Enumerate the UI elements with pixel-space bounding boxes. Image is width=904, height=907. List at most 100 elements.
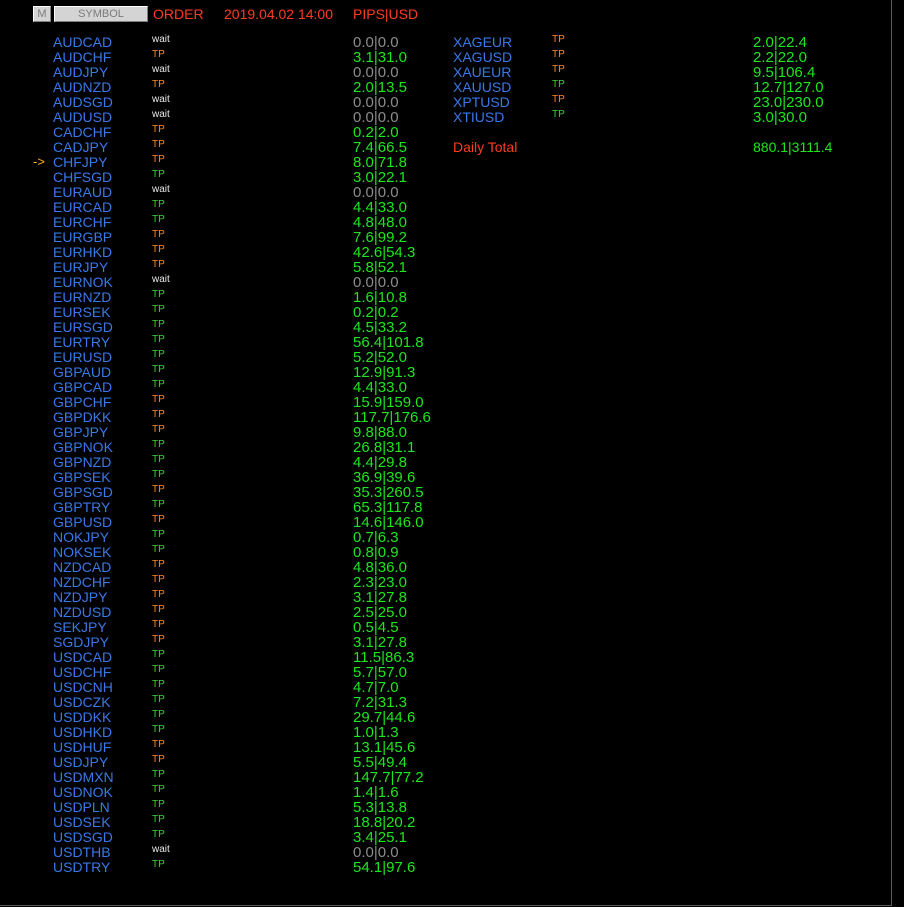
symbol-name[interactable]: GBPDKK	[53, 409, 111, 425]
symbol-name[interactable]: GBPNOK	[53, 439, 113, 455]
symbol-name[interactable]: USDCZK	[53, 694, 111, 710]
symbol-name[interactable]: XAUEUR	[453, 64, 511, 80]
symbol-row[interactable]: GBPSEK TP 36.9|39.6	[0, 469, 450, 486]
symbol-row[interactable]: EURUSD TP 5.2|52.0	[0, 349, 450, 366]
symbol-row[interactable]: NZDCHF TP 2.3|23.0	[0, 574, 450, 591]
symbol-name[interactable]: XAGUSD	[453, 49, 512, 65]
symbol-row[interactable]: GBPDKK TP 117.7|176.6	[0, 409, 450, 426]
symbol-row[interactable]: GBPJPY TP 9.8|88.0	[0, 424, 450, 441]
symbol-row[interactable]: XPTUSD TP 23.0|230.0	[0, 94, 891, 111]
symbol-row[interactable]: EURAUD wait 0.0|0.0	[0, 184, 450, 201]
symbol-name[interactable]: EURHKD	[53, 244, 112, 260]
symbol-name[interactable]: EURCAD	[53, 199, 112, 215]
symbol-name[interactable]: USDSGD	[53, 829, 113, 845]
symbol-row[interactable]: XAGUSD TP 2.2|22.0	[0, 49, 891, 66]
symbol-row[interactable]: NZDCAD TP 4.8|36.0	[0, 559, 450, 576]
symbol-row[interactable]: GBPTRY TP 65.3|117.8	[0, 499, 450, 516]
symbol-name[interactable]: CHFSGD	[53, 169, 112, 185]
symbol-row[interactable]: EURNOK wait 0.0|0.0	[0, 274, 450, 291]
symbol-name[interactable]: EURSEK	[53, 304, 111, 320]
symbol-name[interactable]: GBPCAD	[53, 379, 112, 395]
symbol-name[interactable]: USDTRY	[53, 859, 110, 875]
symbol-name[interactable]: NZDCAD	[53, 559, 111, 575]
symbol-name[interactable]: SGDJPY	[53, 634, 109, 650]
symbol-row[interactable]: USDTHB wait 0.0|0.0	[0, 844, 450, 861]
symbol-row[interactable]: GBPNZD TP 4.4|29.8	[0, 454, 450, 471]
symbol-button[interactable]: SYMBOL	[54, 6, 148, 22]
symbol-row[interactable]: XAUEUR TP 9.5|106.4	[0, 64, 891, 81]
symbol-row[interactable]: GBPCHF TP 15.9|159.0	[0, 394, 450, 411]
symbol-row[interactable]: EURSGD TP 4.5|33.2	[0, 319, 450, 336]
symbol-row[interactable]: GBPSGD TP 35.3|260.5	[0, 484, 450, 501]
symbol-row[interactable]: USDCAD TP 11.5|86.3	[0, 649, 450, 666]
symbol-row[interactable]: GBPAUD TP 12.9|91.3	[0, 364, 450, 381]
symbol-row[interactable]: CHFSGD TP 3.0|22.1	[0, 169, 450, 186]
symbol-name[interactable]: USDSEK	[53, 814, 111, 830]
symbol-row[interactable]: NOKJPY TP 0.7|6.3	[0, 529, 450, 546]
symbol-name[interactable]: USDDKK	[53, 709, 111, 725]
symbol-name[interactable]: GBPNZD	[53, 454, 111, 470]
symbol-row[interactable]: EURCHF TP 4.8|48.0	[0, 214, 450, 231]
symbol-row[interactable]: EURTRY TP 56.4|101.8	[0, 334, 450, 351]
symbol-row[interactable]: NZDJPY TP 3.1|27.8	[0, 589, 450, 606]
symbol-row[interactable]: USDHUF TP 13.1|45.6	[0, 739, 450, 756]
symbol-name[interactable]: GBPSEK	[53, 469, 111, 485]
symbol-row[interactable]: USDDKK TP 29.7|44.6	[0, 709, 450, 726]
symbol-name[interactable]: NZDUSD	[53, 604, 111, 620]
symbol-name[interactable]: EURTRY	[53, 334, 110, 350]
symbol-row[interactable]: USDSEK TP 18.8|20.2	[0, 814, 450, 831]
symbol-row[interactable]: USDNOK TP 1.4|1.6	[0, 784, 450, 801]
symbol-row[interactable]: NOKSEK TP 0.8|0.9	[0, 544, 450, 561]
symbol-name[interactable]: USDCHF	[53, 664, 111, 680]
symbol-name[interactable]: GBPJPY	[53, 424, 108, 440]
symbol-name[interactable]: CADCHF	[53, 124, 111, 140]
symbol-row[interactable]: CADCHF TP 0.2|2.0	[0, 124, 450, 141]
symbol-row[interactable]: GBPCAD TP 4.4|33.0	[0, 379, 450, 396]
symbol-row[interactable]: GBPNOK TP 26.8|31.1	[0, 439, 450, 456]
symbol-name[interactable]: XAGEUR	[453, 34, 512, 50]
symbol-name[interactable]: XTIUSD	[453, 109, 504, 125]
symbol-row[interactable]: USDTRY TP 54.1|97.6	[0, 859, 450, 876]
symbol-row[interactable]: SGDJPY TP 3.1|27.8	[0, 634, 450, 651]
symbol-name[interactable]: EURCHF	[53, 214, 111, 230]
symbol-name[interactable]: SEKJPY	[53, 619, 107, 635]
symbol-row[interactable]: XTIUSD TP 3.0|30.0	[0, 109, 891, 126]
symbol-row[interactable]: USDCZK TP 7.2|31.3	[0, 694, 450, 711]
symbol-row[interactable]: EURSEK TP 0.2|0.2	[0, 304, 450, 321]
symbol-name[interactable]: GBPAUD	[53, 364, 111, 380]
symbol-row[interactable]: USDJPY TP 5.5|49.4	[0, 754, 450, 771]
symbol-row[interactable]: EURNZD TP 1.6|10.8	[0, 289, 450, 306]
symbol-row[interactable]: USDHKD TP 1.0|1.3	[0, 724, 450, 741]
symbol-row[interactable]: EURGBP TP 7.6|99.2	[0, 229, 450, 246]
symbol-name[interactable]: USDMXN	[53, 769, 114, 785]
symbol-row[interactable]: XAGEUR TP 2.0|22.4	[0, 34, 891, 51]
symbol-row[interactable]: USDCHF TP 5.7|57.0	[0, 664, 450, 681]
m-button[interactable]: M	[33, 6, 51, 22]
symbol-name[interactable]: NZDJPY	[53, 589, 107, 605]
symbol-name[interactable]: USDCAD	[53, 649, 112, 665]
symbol-name[interactable]: NZDCHF	[53, 574, 111, 590]
symbol-name[interactable]: USDCNH	[53, 679, 113, 695]
symbol-name[interactable]: EURGBP	[53, 229, 112, 245]
symbol-name[interactable]: XPTUSD	[453, 94, 510, 110]
symbol-name[interactable]: EURUSD	[53, 349, 112, 365]
symbol-name[interactable]: USDNOK	[53, 784, 113, 800]
symbol-row[interactable]: NZDUSD TP 2.5|25.0	[0, 604, 450, 621]
symbol-name[interactable]: USDHKD	[53, 724, 112, 740]
symbol-row[interactable]: USDCNH TP 4.7|7.0	[0, 679, 450, 696]
symbol-name[interactable]: USDTHB	[53, 844, 111, 860]
symbol-name[interactable]: EURJPY	[53, 259, 108, 275]
symbol-row[interactable]: GBPUSD TP 14.6|146.0	[0, 514, 450, 531]
symbol-name[interactable]: GBPTRY	[53, 499, 110, 515]
symbol-row[interactable]: EURJPY TP 5.8|52.1	[0, 259, 450, 276]
symbol-name[interactable]: NOKJPY	[53, 529, 109, 545]
symbol-row[interactable]: EURHKD TP 42.6|54.3	[0, 244, 450, 261]
symbol-name[interactable]: EURNZD	[53, 289, 111, 305]
symbol-name[interactable]: XAUUSD	[453, 79, 511, 95]
symbol-row[interactable]: USDMXN TP 147.7|77.2	[0, 769, 450, 786]
symbol-name[interactable]: USDHUF	[53, 739, 111, 755]
symbol-name[interactable]: EURSGD	[53, 319, 113, 335]
symbol-name[interactable]: USDPLN	[53, 799, 110, 815]
symbol-name[interactable]: EURAUD	[53, 184, 112, 200]
symbol-name[interactable]: EURNOK	[53, 274, 113, 290]
